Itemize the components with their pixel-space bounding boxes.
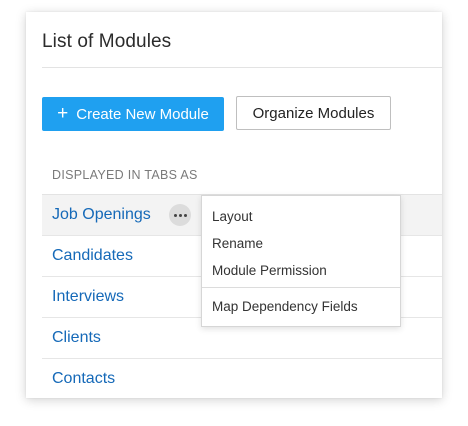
page-stage: List of Modules + Create New Module Orga…: [0, 0, 468, 426]
module-link-contacts[interactable]: Contacts: [52, 370, 115, 388]
dot: [183, 213, 187, 217]
dot: [173, 213, 177, 217]
module-context-menu: Layout Rename Module Permission Map Depe…: [201, 195, 401, 327]
create-new-module-button[interactable]: + Create New Module: [42, 97, 224, 131]
module-link-candidates[interactable]: Candidates: [52, 247, 133, 265]
menu-item-module-permission[interactable]: Module Permission: [202, 257, 400, 284]
menu-item-rename[interactable]: Rename: [202, 230, 400, 257]
page-title: List of Modules: [42, 31, 172, 52]
create-new-module-label: Create New Module: [76, 105, 209, 123]
plus-icon: +: [57, 102, 69, 124]
module-link-clients[interactable]: Clients: [52, 329, 101, 347]
menu-divider: [202, 287, 400, 288]
section-header: DISPLAYED IN TABS AS: [52, 168, 198, 182]
dot: [178, 213, 182, 217]
modules-panel: List of Modules + Create New Module Orga…: [26, 12, 442, 398]
menu-item-map-dependency-fields[interactable]: Map Dependency Fields: [202, 293, 400, 320]
more-options-icon[interactable]: [169, 204, 191, 226]
organize-modules-button[interactable]: Organize Modules: [236, 96, 391, 130]
module-link-job-openings[interactable]: Job Openings: [52, 206, 151, 224]
module-row-contacts: Contacts: [42, 359, 442, 398]
module-link-interviews[interactable]: Interviews: [52, 288, 124, 306]
title-divider: [42, 67, 442, 68]
menu-item-layout[interactable]: Layout: [202, 203, 400, 230]
